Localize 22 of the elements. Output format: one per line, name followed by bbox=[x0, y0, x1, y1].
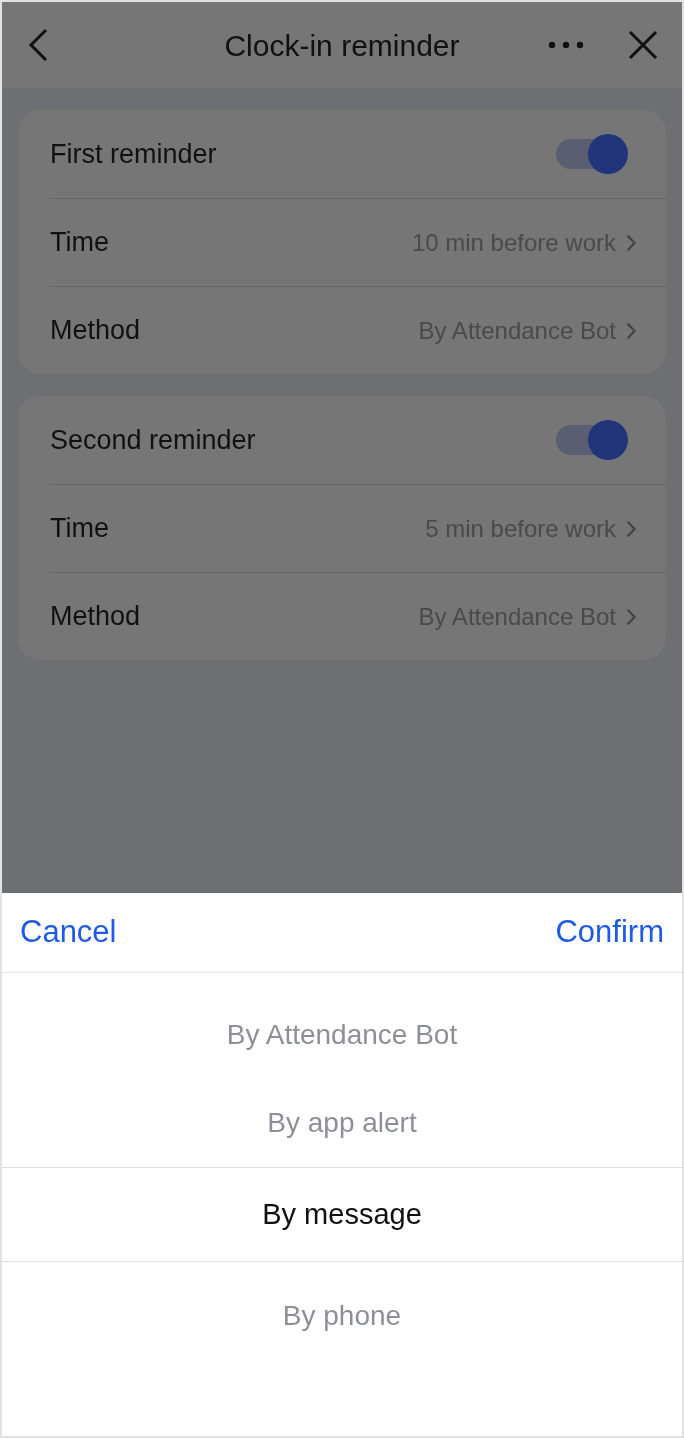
toggle-switch[interactable] bbox=[556, 133, 628, 175]
reminder-title: First reminder bbox=[50, 137, 217, 171]
cancel-button[interactable]: Cancel bbox=[20, 909, 117, 956]
back-icon[interactable] bbox=[26, 28, 50, 62]
page-title: Clock-in reminder bbox=[223, 27, 461, 64]
picker-option[interactable]: By phone bbox=[2, 1272, 682, 1360]
row-label: Time bbox=[50, 512, 109, 546]
picker-option[interactable]: By message bbox=[2, 1167, 682, 1262]
confirm-button[interactable]: Confirm bbox=[555, 909, 664, 956]
chevron-right-icon bbox=[626, 321, 636, 340]
close-icon[interactable] bbox=[628, 30, 658, 60]
chevron-right-icon bbox=[626, 233, 636, 252]
reminder-title: Second reminder bbox=[50, 423, 256, 457]
row-label: Method bbox=[50, 600, 141, 634]
chevron-right-icon bbox=[626, 519, 636, 538]
toggle-switch[interactable] bbox=[556, 419, 628, 461]
picker-option[interactable]: By app alert bbox=[2, 1079, 682, 1167]
picker-option[interactable]: By Attendance Bot bbox=[2, 991, 682, 1079]
row-label: Method bbox=[50, 314, 141, 348]
row-label: Time bbox=[50, 226, 109, 260]
more-icon[interactable] bbox=[548, 41, 584, 49]
chevron-right-icon bbox=[626, 607, 636, 626]
